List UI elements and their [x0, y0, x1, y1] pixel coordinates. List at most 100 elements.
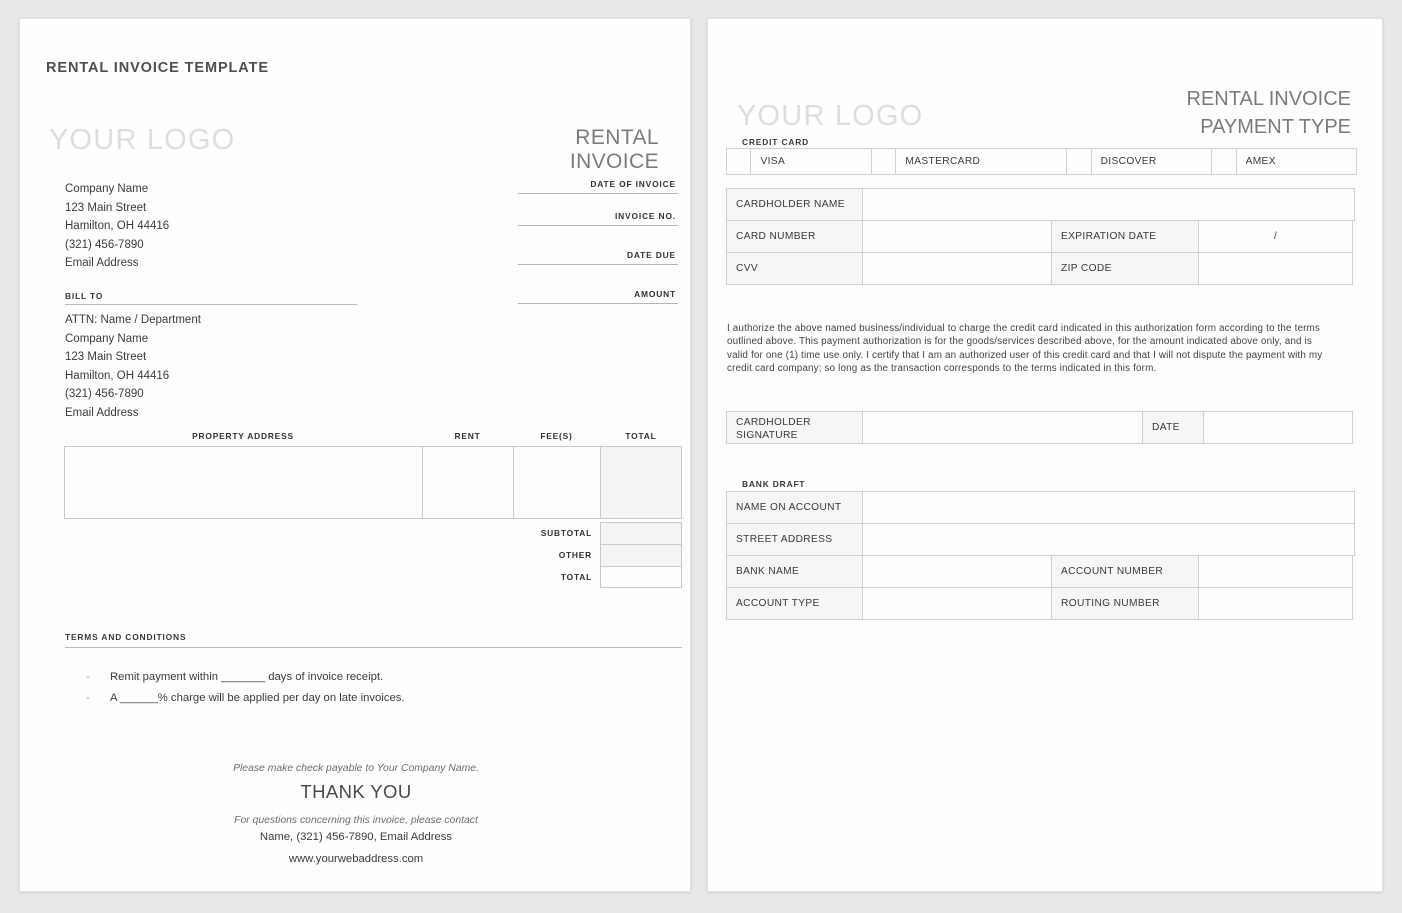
- date-due-input[interactable]: [518, 264, 678, 265]
- amount-input[interactable]: [518, 303, 678, 304]
- amount-label: AMOUNT: [634, 289, 676, 299]
- bank-draft-section-label: BANK DRAFT: [742, 479, 806, 489]
- column-header-property-address: PROPERTY ADDRESS: [192, 431, 294, 441]
- document-type-heading: RENTAL INVOICE PAYMENT TYPE: [1187, 85, 1351, 141]
- company-line: (321) 456-7890: [65, 238, 144, 251]
- credit-card-section-label: CREDIT CARD: [742, 137, 810, 147]
- name-on-account-row: NAME ON ACCOUNT: [726, 491, 1357, 524]
- account-number-input[interactable]: [1198, 555, 1353, 588]
- property-line-items-table: PROPERTY ADDRESS RENT FEE(S) TOTAL: [64, 431, 682, 519]
- card-type-selector-row: VISA MASTERCARD DISCOVER AMEX: [726, 148, 1358, 175]
- column-header-rent: RENT: [454, 431, 481, 441]
- total-value: [600, 566, 682, 588]
- cardholder-name-input[interactable]: [862, 188, 1355, 221]
- date-due-field[interactable]: DATE DUE: [518, 250, 678, 265]
- company-line: Company Name: [65, 183, 149, 195]
- cardholder-name-row: CARDHOLDER NAME: [726, 188, 1357, 221]
- routing-number-input[interactable]: [1198, 587, 1353, 620]
- table-row: [64, 446, 682, 519]
- cvv-row: CVV ZIP CODE: [726, 252, 1357, 285]
- subtotal-label: SUBTOTAL: [540, 528, 592, 538]
- expiration-date-label: EXPIRATION DATE: [1051, 220, 1199, 253]
- name-on-account-label: NAME ON ACCOUNT: [726, 491, 863, 524]
- terms-and-conditions-label: TERMS AND CONDITIONS: [65, 632, 682, 648]
- street-address-row: STREET ADDRESS: [726, 523, 1357, 556]
- routing-number-label: ROUTING NUMBER: [1051, 587, 1199, 620]
- total-row: TOTAL: [64, 566, 682, 588]
- date-of-invoice-field[interactable]: DATE OF INVOICE: [518, 179, 678, 194]
- bill-to-label: BILL TO: [65, 291, 357, 305]
- bill-to-line: Hamilton, OH 44416: [65, 369, 170, 382]
- checkbox-amex[interactable]: [1211, 148, 1237, 175]
- cell-total: [600, 447, 682, 519]
- street-address-label: STREET ADDRESS: [726, 523, 863, 556]
- bill-to-line: (321) 456-7890: [65, 388, 144, 401]
- cell-rent[interactable]: [422, 447, 513, 519]
- bank-name-row: BANK NAME ACCOUNT NUMBER: [726, 555, 1357, 588]
- account-number-label: ACCOUNT NUMBER: [1051, 555, 1199, 588]
- logo-placeholder: YOUR LOGO: [737, 100, 924, 132]
- terms-list: Remit payment within _______ days of inv…: [82, 667, 642, 709]
- cardholder-signature-input[interactable]: [862, 411, 1143, 444]
- bank-name-input[interactable]: [862, 555, 1052, 588]
- date-due-label: DATE DUE: [627, 250, 676, 260]
- other-value[interactable]: [600, 544, 682, 566]
- expiration-date-input[interactable]: /: [1198, 220, 1353, 253]
- card-number-input[interactable]: [862, 220, 1052, 253]
- company-line: 123 Main Street: [65, 201, 147, 214]
- checkbox-discover[interactable]: [1066, 148, 1092, 175]
- subtotal-value: [600, 522, 682, 544]
- bank-draft-table: NAME ON ACCOUNT STREET ADDRESS BANK NAME…: [726, 491, 1357, 620]
- invoice-no-input[interactable]: [518, 225, 678, 226]
- account-type-input[interactable]: [862, 587, 1052, 620]
- zip-code-input[interactable]: [1198, 252, 1353, 285]
- thank-you-heading: THANK YOU: [300, 781, 412, 802]
- totals-section: SUBTOTAL OTHER TOTAL: [64, 522, 682, 588]
- list-item: Remit payment within _______ days of inv…: [82, 667, 642, 688]
- signature-row: CARDHOLDER SIGNATURE DATE: [726, 411, 1357, 444]
- invoice-page-2: YOUR LOGO RENTAL INVOICE PAYMENT TYPE CR…: [707, 18, 1383, 892]
- credit-card-details-table: CARDHOLDER NAME CARD NUMBER EXPIRATION D…: [726, 188, 1357, 285]
- page-title: RENTAL INVOICE TEMPLATE: [46, 60, 269, 76]
- card-type-label-visa: VISA: [750, 148, 872, 175]
- checkbox-mastercard[interactable]: [870, 148, 897, 175]
- date-of-invoice-label: DATE OF INVOICE: [590, 179, 676, 189]
- street-address-input[interactable]: [862, 523, 1355, 556]
- bill-to-address-block: ATTN: Name / Department Company Name 123…: [65, 311, 201, 423]
- name-on-account-input[interactable]: [862, 491, 1355, 524]
- footer-website: www.yourwebaddress.com: [288, 853, 424, 865]
- authorization-paragraph: I authorize the above named business/ind…: [727, 323, 1323, 374]
- bill-to-line: Email Address: [65, 406, 139, 419]
- cardholder-name-label: CARDHOLDER NAME: [726, 188, 863, 221]
- card-type-label-amex: AMEX: [1235, 148, 1358, 175]
- company-line: Hamilton, OH 44416: [65, 220, 170, 233]
- logo-placeholder: YOUR LOGO: [49, 124, 236, 156]
- cell-fees[interactable]: [513, 447, 600, 519]
- amount-field[interactable]: AMOUNT: [518, 289, 678, 304]
- account-type-row: ACCOUNT TYPE ROUTING NUMBER: [726, 587, 1357, 620]
- document-workspace: RENTAL INVOICE TEMPLATE YOUR LOGO RENTAL…: [0, 0, 1402, 913]
- card-type-label-discover: DISCOVER: [1090, 148, 1213, 175]
- bill-to-line: ATTN: Name / Department: [65, 314, 201, 326]
- table-header-row: PROPERTY ADDRESS RENT FEE(S) TOTAL: [64, 431, 682, 446]
- signature-date-label: DATE: [1142, 411, 1204, 444]
- other-row: OTHER: [64, 544, 682, 566]
- date-of-invoice-input[interactable]: [518, 193, 678, 194]
- cell-property-address[interactable]: [64, 447, 422, 519]
- invoice-page-1: RENTAL INVOICE TEMPLATE YOUR LOGO RENTAL…: [19, 18, 691, 892]
- invoice-no-label: INVOICE NO.: [614, 211, 676, 221]
- card-type-label-mastercard: MASTERCARD: [895, 148, 1068, 175]
- subtotal-row: SUBTOTAL: [64, 522, 682, 544]
- checkbox-visa[interactable]: [726, 148, 752, 175]
- account-type-label: ACCOUNT TYPE: [726, 587, 863, 620]
- card-number-label: CARD NUMBER: [726, 220, 863, 253]
- signature-label-line-2: SIGNATURE: [736, 430, 798, 441]
- zip-code-label: ZIP CODE: [1051, 252, 1199, 285]
- doc-type-line-1: RENTAL INVOICE: [1186, 88, 1351, 110]
- doc-type-line-2: PAYMENT TYPE: [1200, 116, 1351, 138]
- signature-date-input[interactable]: [1203, 411, 1353, 444]
- invoice-no-field[interactable]: INVOICE NO.: [518, 211, 678, 226]
- card-number-row: CARD NUMBER EXPIRATION DATE /: [726, 220, 1357, 253]
- cvv-input[interactable]: [862, 252, 1052, 285]
- bill-to-line: 123 Main Street: [65, 351, 147, 364]
